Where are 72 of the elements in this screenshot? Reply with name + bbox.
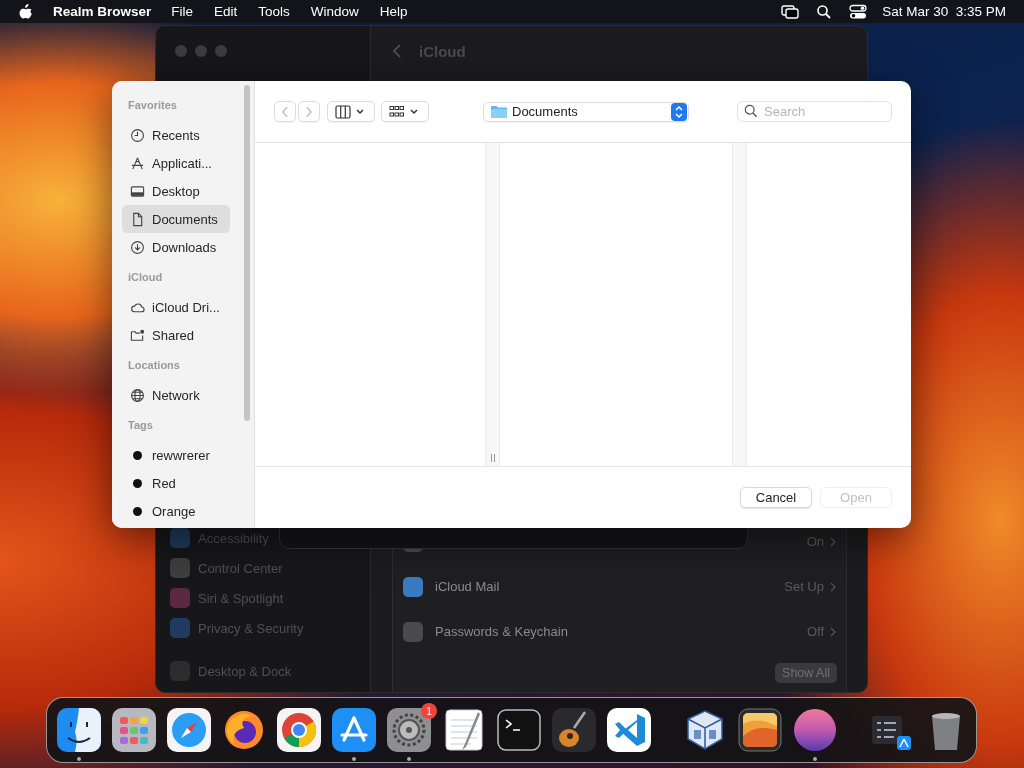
gear-icon[interactable]	[387, 708, 431, 752]
menu-item[interactable]: Help	[379, 4, 408, 19]
search-field[interactable]: Search	[737, 101, 892, 122]
notification-badge: 1	[421, 703, 437, 719]
tag-dot-icon	[133, 450, 142, 460]
group-button[interactable]	[381, 101, 429, 122]
sphere-icon[interactable]	[793, 708, 837, 752]
sidebar-item[interactable]: Downloads	[122, 233, 230, 261]
chevron-left-icon	[281, 105, 289, 118]
apple-logo-icon[interactable]	[19, 3, 33, 20]
flame-globe-icon[interactable]	[222, 708, 266, 752]
sidebar-section-header: Favorites	[128, 99, 178, 113]
stepper-arrows-icon	[671, 102, 687, 121]
sidebar-item[interactable]: Orange	[122, 497, 230, 525]
sidebar-item[interactable]: Red	[122, 469, 230, 497]
sidebar-item[interactable]: Desktop	[122, 177, 230, 205]
columns-caret-icon	[335, 104, 367, 119]
settings-category-icon	[170, 528, 190, 548]
menu-item[interactable]: Edit	[214, 4, 238, 19]
clock-icon	[130, 127, 145, 143]
sidebar-item[interactable]: Network	[122, 381, 230, 409]
search-icon	[744, 104, 758, 118]
tag-dot-icon	[133, 506, 142, 516]
guitar-icon[interactable]	[552, 708, 596, 752]
sidebar-section-header: Locations	[128, 359, 181, 373]
circle-segments-icon[interactable]	[277, 708, 321, 752]
cancel-button[interactable]: Cancel	[740, 487, 812, 508]
notepad-icon[interactable]	[442, 708, 486, 752]
sidebar-item[interactable]: Shared	[122, 321, 230, 349]
smiling-face-icon[interactable]	[57, 708, 101, 752]
control-center-icon[interactable]	[849, 3, 868, 20]
app-grid-icon[interactable]	[112, 708, 156, 752]
desktop-icon	[130, 183, 145, 199]
app-name-menu[interactable]: Realm Browser	[53, 4, 152, 19]
globe-icon	[130, 387, 145, 403]
folder-icon	[491, 105, 507, 118]
setting-label: iCloud Mail	[435, 579, 500, 594]
sidebar-item[interactable]: iCloud Dri...	[122, 293, 230, 321]
tag-dot-icon	[133, 478, 142, 488]
chevron-icon	[830, 536, 836, 547]
resize-handle-icon[interactable]	[489, 454, 496, 462]
menu-item[interactable]: Window	[310, 4, 359, 19]
wallpaper-thumbnail-icon[interactable]	[738, 708, 782, 752]
sidebar-item[interactable]: Documents	[122, 205, 230, 233]
menu-item[interactable]: Tools	[258, 4, 290, 19]
chevron-right-icon	[305, 105, 313, 118]
chevron-icon	[830, 581, 836, 592]
column-view-button[interactable]	[327, 101, 375, 122]
document-icon	[130, 211, 145, 227]
menu-item[interactable]: File	[171, 4, 194, 19]
icon-grid-caret-icon	[389, 104, 421, 119]
screen-mirroring-icon[interactable]	[781, 3, 800, 20]
sidebar-section-header: Tags	[128, 419, 154, 433]
settings-category-icon	[170, 618, 190, 638]
settings-category-icon	[170, 558, 190, 578]
shared-folder-icon	[130, 327, 145, 343]
angle-bracket-icon[interactable]	[607, 708, 651, 752]
setting-label: Passwords & Keychain	[435, 624, 568, 639]
location-popup[interactable]: Documents	[483, 101, 689, 122]
letter-a-icon[interactable]	[332, 708, 376, 752]
apps-icon	[130, 155, 145, 171]
sidebar-item[interactable]: Recents	[122, 121, 230, 149]
sidebar-section-header: iCloud	[128, 271, 164, 285]
sidebar-item[interactable]: rewwrerer	[122, 441, 230, 469]
download-icon	[130, 239, 145, 255]
sidebar-item[interactable]: Applicati...	[122, 149, 230, 177]
settings-category-icon	[170, 588, 190, 608]
chevron-icon	[830, 626, 836, 637]
compass-icon[interactable]	[167, 708, 211, 752]
prompt-window-icon[interactable]	[497, 708, 541, 752]
menu-bar-clock[interactable]: Sat Mar 30 3:35 PM	[882, 4, 1006, 19]
sidebar-scrollbar[interactable]	[244, 85, 250, 421]
